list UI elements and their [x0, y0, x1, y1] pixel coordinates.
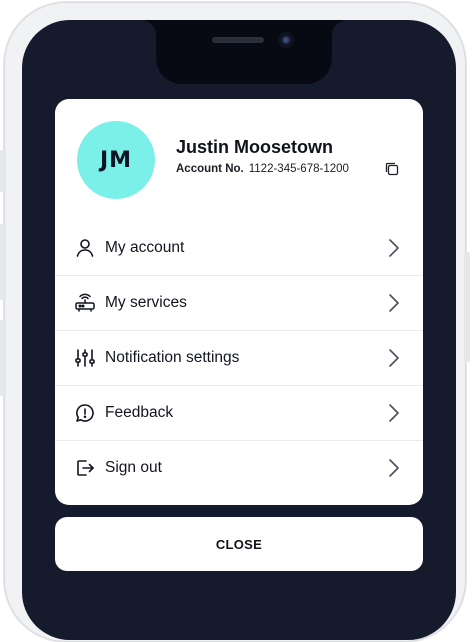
- phone-screen: JM Justin Moosetown Account No. 1122-345-…: [22, 20, 456, 640]
- menu-list: My account My services Notification sett…: [55, 221, 423, 495]
- chevron-right-icon: [389, 404, 399, 422]
- account-number-line: Account No. 1122-345-678-1200: [176, 163, 349, 175]
- chevron-right-icon: [389, 349, 399, 367]
- menu-item-feedback[interactable]: Feedback: [55, 386, 423, 441]
- notch: [142, 20, 346, 84]
- user-name: Justin Moosetown: [176, 137, 333, 157]
- menu-item-sign-out[interactable]: Sign out: [55, 441, 423, 495]
- close-button[interactable]: CLOSE: [55, 517, 423, 571]
- router-icon: [75, 293, 95, 312]
- menu-item-label: Feedback: [105, 404, 174, 421]
- account-menu-card: JM Justin Moosetown Account No. 1122-345-…: [55, 99, 423, 505]
- menu-item-label: My services: [105, 294, 187, 311]
- chevron-right-icon: [389, 239, 399, 257]
- volume-up-button: [0, 224, 6, 300]
- menu-item-notification-settings[interactable]: Notification settings: [55, 331, 423, 386]
- sliders-icon: [75, 349, 95, 367]
- avatar-initials: JM: [99, 147, 133, 173]
- avatar[interactable]: JM: [77, 121, 155, 199]
- copy-icon[interactable]: [384, 161, 400, 177]
- menu-item-my-services[interactable]: My services: [55, 276, 423, 331]
- speaker-grille: [212, 37, 264, 43]
- menu-item-label: Notification settings: [105, 349, 240, 366]
- chevron-right-icon: [389, 459, 399, 477]
- account-number-label: Account No.: [176, 163, 244, 175]
- chevron-right-icon: [389, 294, 399, 312]
- menu-item-label: Sign out: [105, 459, 162, 476]
- silent-switch: [0, 150, 6, 192]
- chat-alert-icon: [76, 404, 94, 422]
- menu-item-label: My account: [105, 239, 185, 256]
- front-camera-icon: [278, 32, 294, 48]
- phone-frame: JM Justin Moosetown Account No. 1122-345-…: [0, 2, 470, 642]
- person-icon: [76, 239, 94, 257]
- account-number-value: 1122-345-678-1200: [248, 163, 349, 175]
- volume-down-button: [0, 320, 6, 396]
- menu-item-my-account[interactable]: My account: [55, 221, 423, 276]
- power-button: [464, 252, 470, 362]
- sign-out-icon: [77, 460, 94, 476]
